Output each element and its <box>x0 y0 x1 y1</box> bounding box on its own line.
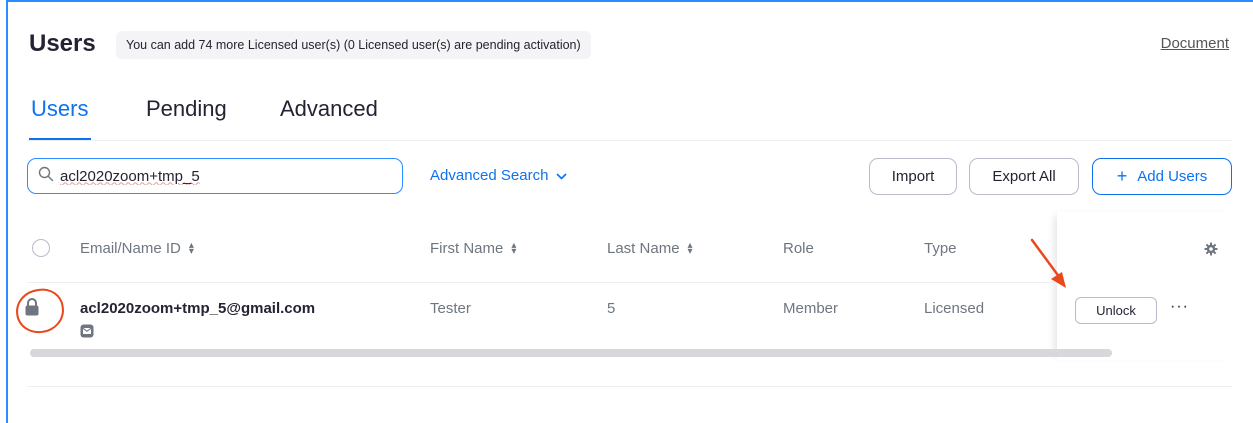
document-link[interactable]: Document <box>1161 35 1229 52</box>
mail-icon <box>80 324 94 343</box>
import-label: Import <box>891 168 935 185</box>
header-divider <box>27 282 1057 283</box>
sort-icon: ▴ ▾ <box>188 239 194 257</box>
column-header-email[interactable]: Email/Name ID ▴ ▾ <box>80 240 194 257</box>
chevron-down-icon <box>556 169 567 183</box>
window-frame-top <box>6 0 1253 2</box>
add-users-label: Add Users <box>1137 168 1208 185</box>
unlock-button[interactable]: Unlock <box>1075 297 1157 324</box>
user-type: Licensed <box>924 300 985 317</box>
add-users-button[interactable]: + Add Users <box>1092 158 1232 195</box>
gear-icon[interactable] <box>1204 242 1218 261</box>
search-box[interactable] <box>27 158 403 194</box>
license-banner: You can add 74 more Licensed user(s) (0 … <box>116 31 591 59</box>
search-input[interactable] <box>60 167 380 185</box>
search-icon <box>38 166 54 187</box>
user-email[interactable]: acl2020zoom+tmp_5@gmail.com <box>80 300 315 317</box>
sort-icon: ▴ ▾ <box>511 239 517 257</box>
import-button[interactable]: Import <box>869 158 957 195</box>
window-frame-left <box>6 0 8 423</box>
user-role: Member <box>783 300 839 317</box>
column-header-last-name-label: Last Name <box>607 240 680 257</box>
advanced-search-label: Advanced Search <box>430 167 549 184</box>
plus-icon: + <box>1116 166 1128 186</box>
user-last-name: 5 <box>607 300 616 317</box>
actions-column <box>1057 212 1233 360</box>
column-header-type: Type <box>924 240 957 257</box>
tab-pending[interactable]: Pending <box>146 96 227 122</box>
column-header-role: Role <box>783 240 814 257</box>
column-header-first-name-label: First Name <box>430 240 504 257</box>
tabs-divider <box>27 140 1232 141</box>
tab-advanced[interactable]: Advanced <box>280 96 378 122</box>
column-header-last-name[interactable]: Last Name ▴ ▾ <box>607 240 693 257</box>
horizontal-scrollbar-thumb[interactable] <box>30 349 1112 357</box>
page-title: Users <box>29 30 96 57</box>
annotation-circle <box>13 285 67 337</box>
more-icon[interactable]: ··· <box>1170 298 1189 316</box>
export-all-button[interactable]: Export All <box>969 158 1079 195</box>
tab-users[interactable]: Users <box>31 96 88 122</box>
column-header-first-name[interactable]: First Name ▴ ▾ <box>430 240 516 257</box>
select-all-checkbox[interactable] <box>32 239 50 257</box>
user-first-name: Tester <box>430 300 471 317</box>
row-divider <box>27 386 1232 387</box>
unlock-label: Unlock <box>1096 303 1136 318</box>
export-all-label: Export All <box>992 168 1056 185</box>
column-header-email-label: Email/Name ID <box>80 240 181 257</box>
advanced-search-toggle[interactable]: Advanced Search <box>430 167 567 184</box>
annotation-arrow <box>1020 232 1070 297</box>
sort-icon: ▴ ▾ <box>687 239 693 257</box>
